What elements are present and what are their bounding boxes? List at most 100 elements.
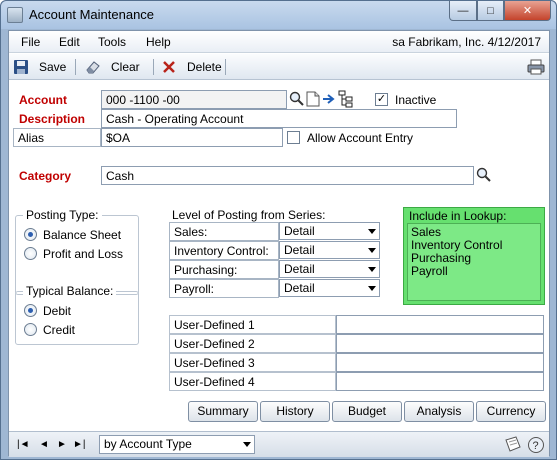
history-button[interactable]: History [260,401,330,422]
window-title: Account Maintenance [29,7,155,22]
budget-button[interactable]: Budget [332,401,402,422]
inactive-label: Inactive [395,93,437,107]
sales-posting-dropdown[interactable]: Detail [279,222,380,240]
typical-balance-title: Typical Balance: [23,284,117,298]
user-defined-1-field[interactable] [336,315,544,334]
toolbar: Save Clear Delete [9,54,549,80]
close-icon: ✕ [522,5,533,17]
hierarchy-icon[interactable] [338,90,354,111]
window-client-area: File Edit Tools Help sa Fabrikam, Inc. 4… [8,30,550,457]
payroll-posting-label: Payroll: [169,279,279,298]
save-label: Save [39,60,67,74]
note-icon[interactable] [306,91,320,110]
typical-balance-group [15,291,139,345]
help-question-icon[interactable]: ? [527,436,545,457]
checkmark-icon: ✓ [376,93,387,105]
currency-button[interactable]: Currency [476,401,546,422]
close-button[interactable]: ✕ [504,1,551,21]
inventory-posting-value: Detail [284,243,315,257]
menu-file[interactable]: File [21,35,40,49]
account-label: Account [19,93,67,107]
save-button[interactable]: Save [13,58,66,76]
lookup-item-payroll[interactable]: Payroll [411,265,537,278]
menu-bar: File Edit Tools Help sa Fabrikam, Inc. 4… [9,31,549,53]
menu-edit[interactable]: Edit [59,35,80,49]
status-bar: |◄ ◄ ► ►| by Account Type ? [9,431,549,457]
printer-icon [527,59,545,75]
save-icon [13,59,29,75]
analysis-button[interactable]: Analysis [404,401,474,422]
chevron-down-icon [368,267,376,272]
chevron-down-icon [368,229,376,234]
user-defined-1-label: User-Defined 1 [169,315,336,334]
chevron-down-icon [368,248,376,253]
account-number-field[interactable]: 000 -1100 -00 [101,90,287,109]
title-bar[interactable]: Account Maintenance — □ ✕ [1,1,556,29]
form-area: Account 000 -1100 -00 ✓ Inactive Descrip… [9,81,549,457]
inventory-posting-dropdown[interactable]: Detail [279,241,380,259]
minimize-icon: — [457,4,469,17]
allow-account-entry-checkbox[interactable] [287,131,300,144]
chevron-down-icon [243,442,251,447]
maximize-button[interactable]: □ [477,1,504,21]
print-button[interactable] [527,58,553,76]
last-record-icon[interactable]: ►| [73,439,86,450]
purchasing-posting-dropdown[interactable]: Detail [279,260,380,278]
category-field[interactable]: Cash [101,166,474,185]
menu-help[interactable]: Help [146,35,171,49]
debit-label: Debit [43,304,72,318]
credit-label: Credit [43,323,76,337]
include-in-lookup-title: Include in Lookup: [409,209,507,223]
profit-and-loss-radio[interactable] [24,247,37,260]
delete-x-icon [161,59,177,75]
inactive-checkbox[interactable]: ✓ [375,93,388,106]
balance-sheet-radio[interactable] [24,228,37,241]
toolbar-separator [225,59,226,75]
user-defined-3-field[interactable] [336,353,544,372]
previous-record-icon[interactable]: ◄ [39,439,49,450]
eraser-icon [85,59,101,75]
description-label: Description [19,112,86,126]
sort-order-value: by Account Type [104,437,192,451]
balance-sheet-label: Balance Sheet [43,228,122,242]
category-label: Category [19,169,72,183]
toolbar-separator [153,59,154,75]
alias-field[interactable]: $OA [101,128,283,147]
alias-label: Alias [13,128,101,147]
first-record-icon[interactable]: |◄ [17,439,30,450]
user-defined-3-label: User-Defined 3 [169,353,336,372]
maximize-icon: □ [487,4,494,17]
level-of-posting-title: Level of Posting from Series: [172,208,326,222]
credit-radio[interactable] [24,323,37,336]
description-field[interactable]: Cash - Operating Account [101,109,457,128]
profit-and-loss-label: Profit and Loss [43,247,124,261]
minimize-button[interactable]: — [449,1,477,21]
menu-tools[interactable]: Tools [98,35,126,49]
payroll-posting-value: Detail [284,281,315,295]
user-defined-4-field[interactable] [336,372,544,391]
user-defined-2-field[interactable] [336,334,544,353]
clear-label: Clear [111,60,140,74]
arrow-right-icon[interactable] [322,91,336,110]
note-page-icon[interactable] [504,436,522,457]
inventory-posting-label: Inventory Control: [169,241,279,260]
summary-button[interactable]: Summary [188,401,258,422]
include-in-lookup-list[interactable]: Sales Inventory Control Purchasing Payro… [407,223,541,301]
toolbar-separator [75,59,76,75]
user-defined-2-label: User-Defined 2 [169,334,336,353]
posting-type-title: Posting Type: [23,208,102,222]
delete-label: Delete [187,60,222,74]
sort-order-dropdown[interactable]: by Account Type [99,435,255,454]
account-maintenance-window: Account Maintenance — □ ✕ File Edit Tool… [0,0,557,460]
next-record-icon[interactable]: ► [57,439,67,450]
magnifier-icon[interactable] [289,91,305,110]
allow-account-entry-label: Allow Account Entry [307,131,414,145]
delete-button[interactable]: Delete [161,58,222,76]
user-company-date: sa Fabrikam, Inc. 4/12/2017 [392,35,541,49]
debit-radio[interactable] [24,304,37,317]
sales-posting-label: Sales: [169,222,279,241]
purchasing-posting-value: Detail [284,262,315,276]
payroll-posting-dropdown[interactable]: Detail [279,279,380,297]
clear-button[interactable]: Clear [85,58,140,76]
category-lookup-button[interactable] [476,167,492,186]
